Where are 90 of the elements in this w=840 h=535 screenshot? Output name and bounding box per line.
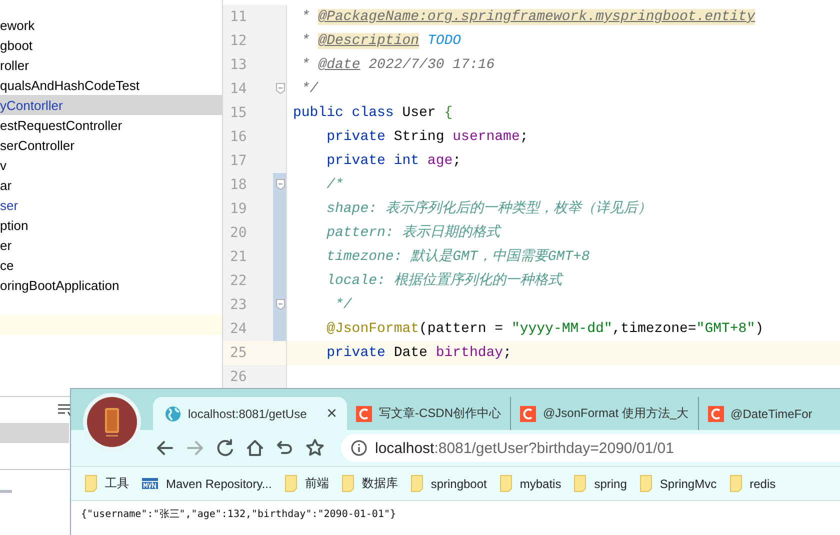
tree-item[interactable]: v (0, 155, 222, 175)
info-icon[interactable] (351, 440, 367, 456)
folder-icon (85, 475, 97, 492)
line-number: 23 (229, 296, 248, 315)
bookmark[interactable]: springboot (410, 475, 487, 492)
folder-icon (500, 475, 512, 492)
code-line: shape: 表示序列化后的一种类型，枚举（详见后） (326, 199, 652, 219)
folder-icon (640, 475, 652, 492)
tree-item[interactable]: yContorller (0, 95, 222, 115)
folder-icon (284, 475, 297, 492)
bookmark-label: redis (750, 476, 776, 490)
line-number: 19 (229, 200, 248, 219)
bookmark[interactable]: 工具 (85, 475, 129, 492)
tree-item[interactable]: estRequestController (0, 115, 222, 135)
line-number: 17 (229, 152, 248, 171)
bookmark[interactable]: SpringMvc (640, 475, 717, 492)
back-button[interactable] (155, 438, 175, 458)
bookmark[interactable]: 数据库 (342, 475, 398, 492)
line-number: 25 (229, 344, 248, 363)
code-line: pattern: 表示日期的格式 (326, 224, 500, 243)
bookmark[interactable]: mybatis (500, 475, 562, 492)
line-number: 11 (229, 8, 248, 27)
line-number: 14 (229, 80, 248, 99)
scrollbar[interactable] (0, 490, 12, 493)
bookmark[interactable]: Maven Repository... (142, 476, 272, 490)
code-line: timezone: 默认是GMT，中国需要GMT+8 (326, 248, 590, 267)
folder-icon (574, 475, 586, 492)
fold-icon[interactable] (276, 299, 285, 310)
reload-button[interactable] (215, 438, 235, 458)
bookmark[interactable]: redis (730, 475, 776, 492)
bookmark-label: spring (594, 476, 627, 490)
line-number: 20 (229, 224, 248, 243)
code-line: private int age; (326, 152, 462, 171)
json-response: {"username":"张三","age":132,"birthday":"2090-01-01"} (80, 508, 398, 522)
maven-icon (142, 478, 158, 490)
tree-item[interactable]: ce (0, 255, 222, 275)
list-settings-icon[interactable] (58, 404, 72, 416)
tree-item[interactable]: er (0, 235, 222, 255)
folder-icon (342, 475, 354, 492)
csdn-logo-icon (708, 406, 724, 422)
close-tab-button[interactable]: × (326, 403, 337, 424)
csdn-logo-icon (356, 406, 372, 422)
code-line: */ (300, 80, 318, 99)
tree-item[interactable]: roller (0, 55, 222, 75)
fold-icon[interactable] (276, 83, 285, 94)
line-number: 18 (229, 176, 248, 195)
folder-icon (730, 475, 742, 492)
address-bar[interactable]: localhost:8081/getUser?birthday=2090/01/01 (341, 434, 840, 462)
line-number: 22 (229, 272, 248, 291)
csdn-logo-icon (520, 406, 536, 422)
folder-icon (410, 475, 423, 492)
browser-tab[interactable]: localhost:8081/getUse × (153, 397, 347, 430)
bookmark-label: Maven Repository... (166, 476, 272, 490)
tree-item[interactable]: qualsAndHashCodeTest (0, 75, 222, 95)
code-line: * @date 2022/7/30 17:16 (300, 56, 495, 75)
change-marker[interactable] (273, 317, 286, 341)
globe-icon (165, 406, 181, 422)
bookmark-label: 数据库 (362, 475, 398, 492)
line-number: 15 (229, 104, 248, 123)
home-button[interactable] (245, 438, 265, 458)
line-number: 26 (229, 368, 248, 387)
tree-item[interactable]: serController (0, 135, 222, 155)
tree-item[interactable]: ar (0, 175, 222, 195)
line-number: 24 (229, 320, 248, 339)
fold-icon[interactable] (276, 179, 285, 190)
bookmark-label: SpringMvc (660, 476, 717, 490)
bookmark-star-button[interactable] (305, 438, 325, 458)
line-number: 16 (229, 128, 248, 147)
line-number: 21 (229, 248, 248, 267)
bookmark-label: 前端 (304, 475, 329, 492)
browser-tab[interactable]: @DateTimeFor (698, 397, 822, 430)
bookmark-label: springboot (430, 476, 487, 490)
code-line: */ (334, 296, 352, 315)
code-line: /* (326, 176, 344, 195)
tree-item[interactable]: oringBootApplication (0, 275, 222, 295)
code-line: public class User { (292, 104, 453, 123)
tree-item[interactable]: ework (0, 15, 222, 35)
bookmark[interactable]: spring (574, 475, 627, 492)
bookmark-label: 工具 (105, 475, 129, 492)
tree-item[interactable]: ption (0, 215, 222, 235)
bookmark-label: mybatis (520, 476, 562, 490)
code-line: private Date birthday; (326, 344, 512, 363)
line-number: 12 (229, 32, 248, 51)
code-line: @JsonFormat(pattern = "yyyy-MM-dd",timezone="GMT+8") (326, 320, 764, 339)
tree-item[interactable]: gboot (0, 35, 222, 55)
bookmark[interactable]: 前端 (284, 475, 329, 492)
code-line: private String username; (326, 128, 528, 147)
tree-item[interactable]: ser (0, 195, 222, 215)
code-line: locale: 根据位置序列化的一种格式 (326, 271, 562, 291)
line-number: 13 (229, 56, 248, 75)
